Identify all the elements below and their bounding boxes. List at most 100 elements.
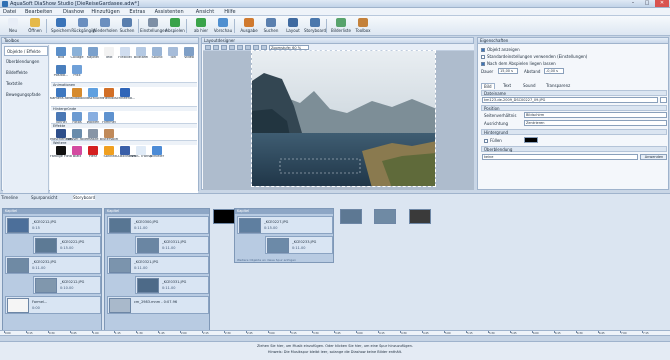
menu-item[interactable]: Extras <box>129 9 145 15</box>
timeline-loose-object[interactable] <box>374 209 396 224</box>
toolbox-tab[interactable]: Textstile <box>4 79 48 89</box>
timeline-slide[interactable]: cm_2983.mnm - 0:07.96 <box>107 296 209 314</box>
timeline-slide[interactable]: _KCE0233.JPG 0:11.00 <box>265 236 333 254</box>
filename-field[interactable]: km123-de-2009_DSC00227_09.JPG <box>482 97 658 103</box>
timeline-loose-object[interactable] <box>213 209 235 224</box>
slide-filename: Formel... <box>32 300 48 304</box>
toolbar-button[interactable]: ab hier <box>191 17 211 35</box>
toolbar-button[interactable]: Wiederholen <box>92 17 118 35</box>
timeline-slide[interactable]: _KCE0227.JPG 0:15.00 <box>237 216 333 234</box>
toolbox-item-icon <box>104 146 114 155</box>
timeline-tab[interactable]: Storyboard <box>73 195 96 200</box>
toolbox-item[interactable]: Schleier <box>149 146 165 160</box>
checkbox[interactable] <box>481 55 485 59</box>
menu-item[interactable]: Diashow <box>63 9 84 15</box>
alignment-select[interactable]: Zentrieren <box>524 120 667 126</box>
toolbox-tab[interactable]: Objekte / Effekte <box>4 46 48 56</box>
toolbox-group-header[interactable]: Weitere <box>51 140 197 145</box>
menu-item[interactable]: Assistenten <box>155 9 184 15</box>
path-tool-icon[interactable] <box>237 45 243 50</box>
toolbox-group-header[interactable]: Effekte <box>51 123 197 128</box>
menu-item[interactable]: Bearbeiten <box>25 9 52 15</box>
toolbar-button[interactable]: Rückgängig <box>71 17 95 35</box>
play-from-here-icon <box>196 18 206 27</box>
timeline-chapter[interactable]: Kapitel _KCE0227.JPG 0:15.00 _KCE0233.JPG 0:… <box>234 208 334 263</box>
toolbar-button[interactable]: Toolbox <box>353 17 373 35</box>
toolbox-item[interactable]: Schneeflo... <box>115 88 135 102</box>
property-tab[interactable]: Transparenz <box>544 83 572 89</box>
toolbar-button-label: Toolbox <box>355 28 371 33</box>
toolbar-button[interactable]: Öffnen <box>25 17 45 35</box>
select-tool-icon[interactable] <box>205 45 211 50</box>
toolbox-item-icon <box>120 88 130 97</box>
toolbox-item-icon <box>104 47 114 56</box>
toolbox-item-icon <box>168 47 178 56</box>
toolbox-tab[interactable]: Bewegungspfade <box>4 90 48 100</box>
toolbar-button[interactable]: Abspielen <box>165 17 185 35</box>
aspect-select[interactable]: Bildschirm <box>524 112 667 118</box>
timeline-slide[interactable]: _KCE0300.JPG 0:11.00 <box>107 216 209 234</box>
spacing-field[interactable]: -0,00 s <box>544 68 564 74</box>
toolbar-button[interactable]: Speichern <box>51 17 71 35</box>
toolbar-button[interactable]: Layout <box>283 17 303 35</box>
timeline-slide[interactable]: _KCE0212.JPG 0:10.00 <box>33 276 101 294</box>
timeline-tab[interactable]: Spurpansicht <box>31 195 57 200</box>
browse-button[interactable] <box>660 97 667 103</box>
menu-item[interactable]: Hilfe <box>224 9 235 15</box>
toolbox-tab[interactable]: Bildeffekte <box>4 68 48 78</box>
checkbox[interactable] <box>481 48 485 52</box>
toolbox-tab[interactable]: Überblendungen <box>4 57 48 67</box>
timeline-loose-object[interactable] <box>340 209 362 224</box>
toolbar-button[interactable]: Einstellungen <box>140 17 167 35</box>
property-tab[interactable]: Text <box>501 83 513 89</box>
timeline-slide[interactable]: Formel... 0:00 <box>5 296 101 314</box>
toolbar-button[interactable]: Storyboard <box>304 17 326 35</box>
checkbox[interactable] <box>481 62 485 66</box>
timeline-slide[interactable]: _KCE0232.JPG 0:11.00 <box>5 256 101 274</box>
apply-button[interactable]: Anwenden <box>640 154 667 160</box>
transition-select[interactable]: keine <box>482 154 638 160</box>
timeline-slide[interactable]: _KCE0331.JPG 0:11.00 <box>135 276 209 294</box>
move-tool-icon[interactable] <box>213 45 219 50</box>
maximize-button[interactable]: □ <box>640 0 654 7</box>
property-checkbox-row[interactable]: Standardeinstellungen verwenden (Einstel… <box>481 54 587 59</box>
toolbar-button[interactable]: Bilderliste <box>331 17 351 35</box>
property-tab[interactable]: Bild <box>481 83 495 89</box>
folder-open-icon <box>30 18 40 27</box>
toolbar-button[interactable]: Suchen <box>117 17 137 35</box>
menu-item[interactable]: Datei <box>3 9 16 15</box>
timeline-chapter[interactable]: Kapitel _KCE0300.JPG 0:11.00 _KCE0311.JPG 0:… <box>104 208 210 336</box>
crop-tool-icon[interactable] <box>221 45 227 50</box>
toolbar-button[interactable]: Vorschau <box>213 17 233 35</box>
timeline-tab[interactable]: Timeline <box>1 195 18 200</box>
timeline-slide[interactable]: _KCE0311.JPG 0:11.00 <box>135 236 209 254</box>
toolbox-item[interactable]: Video <box>181 47 197 61</box>
timeline-slide[interactable]: _KCE0212.JPG 0:15 <box>5 216 101 234</box>
timeline-slide[interactable]: _KCE0321.JPG 0:11.00 <box>107 256 209 274</box>
toolbox-group-header[interactable]: Animationen <box>51 82 197 87</box>
duration-field[interactable]: 15,00 s <box>498 68 518 74</box>
toolbox-group-header[interactable]: Hintergründe <box>51 106 197 111</box>
save-icon <box>56 18 66 27</box>
property-tab[interactable]: Sound <box>521 83 538 89</box>
timeline-slide[interactable]: _KCE0222.JPG 0:15.00 <box>33 236 101 254</box>
menu-item[interactable]: Ansicht <box>196 9 214 15</box>
toolbox-item-icon <box>104 112 114 121</box>
timeline-loose-object[interactable] <box>409 209 431 224</box>
toolbar-button[interactable]: Neu <box>3 17 23 35</box>
close-button[interactable]: ✕ <box>655 0 669 7</box>
property-checkbox-row[interactable]: Nach dem Abspielen liegen lassen <box>481 61 556 66</box>
slide-preview-image[interactable] <box>251 50 436 187</box>
property-checkbox-row[interactable]: Objekt anzeigen <box>481 47 520 52</box>
fill-checkbox-row[interactable]: Füllen <box>484 138 502 143</box>
minimize-button[interactable]: – <box>626 0 640 7</box>
fill-color-swatch[interactable] <box>524 137 538 143</box>
timeline-chapter[interactable]: Kapitel _KCE0212.JPG 0:15 _KCE0222.JPG 0:15.… <box>2 208 102 336</box>
toolbox-item-icon <box>136 47 146 56</box>
toolbar-button[interactable]: Ausgabe <box>239 17 259 35</box>
menu-item[interactable]: Hinzufügen <box>91 9 119 15</box>
toolbar-button[interactable]: Suchen <box>261 17 281 35</box>
checkbox[interactable] <box>484 139 488 143</box>
text-tool-icon[interactable] <box>229 45 235 50</box>
toolbox-item[interactable]: Pixx <box>69 65 85 79</box>
